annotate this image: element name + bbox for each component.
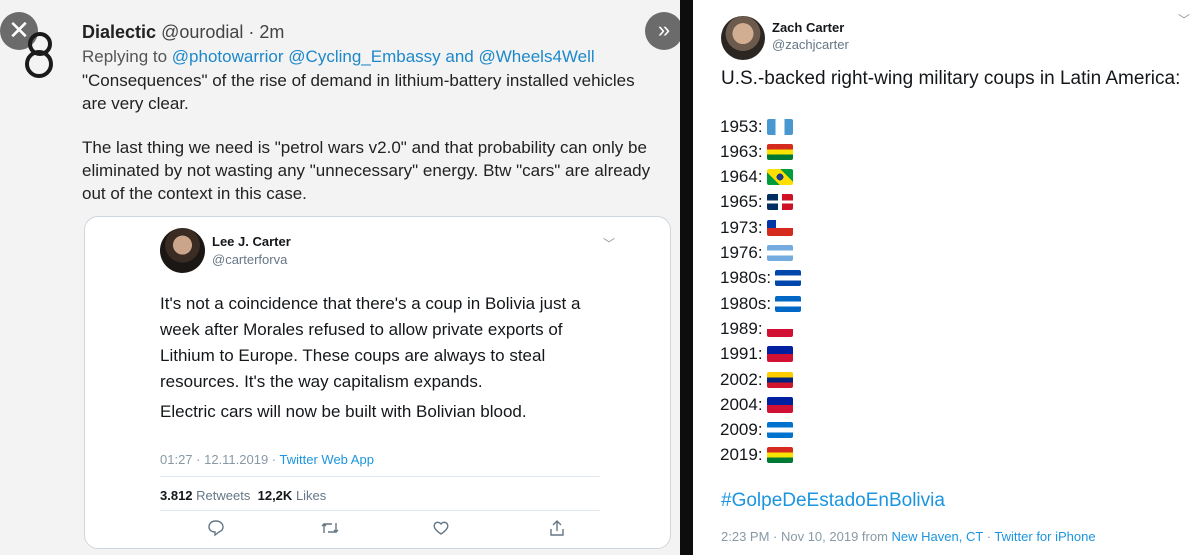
tweet-text-line: are very clear. — [82, 94, 189, 113]
flag-argentina-icon — [766, 245, 793, 262]
quoted-text-line: week after Morales refused to allow priv… — [160, 320, 563, 339]
like-icon[interactable] — [432, 519, 450, 537]
coup-row: 1989: — [720, 318, 793, 342]
chevron-down-icon[interactable]: ﹀ — [1178, 11, 1190, 28]
reply-handle-link[interactable]: @Wheels4Well — [479, 47, 595, 66]
tweet-text-line: "Consequences" of the rise of demand in … — [82, 71, 635, 90]
flag-brazil-icon — [766, 169, 793, 186]
quoted-timestamp-line: 01:27 · 12.11.2019 · Twitter Web App — [160, 452, 374, 467]
likes-label[interactable]: Likes — [296, 488, 326, 503]
coup-year: 2004: — [720, 394, 763, 414]
share-icon[interactable] — [548, 519, 566, 537]
source-link[interactable]: Twitter for iPhone — [994, 529, 1095, 544]
flag-bolivia-icon — [766, 447, 793, 464]
coup-year: 2019: — [720, 445, 763, 465]
coup-row: 1980s: — [720, 293, 802, 317]
retweet-icon[interactable] — [320, 519, 340, 537]
coup-year: 1973: — [720, 217, 763, 237]
coup-row: 1991: — [720, 344, 793, 368]
double-chevron-right-icon[interactable]: » — [645, 12, 683, 50]
left-screenshot-panel: ✕ » Dialectic @ourodial · 2m Replying to… — [0, 0, 683, 555]
reply-handle-link[interactable]: @Cycling_Embassy — [288, 47, 440, 66]
flag-guatemala-icon — [766, 118, 793, 135]
quoted-timestamp[interactable]: 01:27 · 12.11.2019 · — [160, 452, 276, 467]
quoted-text-line: It's not a coincidence that there's a co… — [160, 294, 581, 313]
header-separator: · — [248, 22, 255, 42]
tweet-meta-line: 2:23 PM · Nov 10, 2019 from New Haven, C… — [721, 529, 1096, 544]
coup-row: 2019: — [720, 445, 793, 469]
coup-row: 1964: — [720, 167, 793, 191]
tweet-text-line: out of the context in this case. — [82, 184, 307, 203]
flag-venezuela-icon — [766, 371, 793, 388]
likes-count[interactable]: 12,2K — [258, 488, 293, 503]
avatar-figure-eight-icon[interactable] — [20, 30, 58, 78]
tweet-text-line: The last thing we need is "petrol wars v… — [82, 138, 647, 157]
tweet-time[interactable]: 2m — [259, 22, 284, 42]
coup-row: 1973: — [720, 217, 793, 241]
flag-haiti-icon — [766, 396, 793, 413]
quoted-text-line: resources. It's the way capitalism expan… — [160, 372, 483, 391]
author-name[interactable]: Dialectic — [82, 22, 156, 42]
meta-separator: · — [986, 529, 992, 544]
coup-year: 2002: — [720, 369, 763, 389]
flag-el-salvador-icon — [775, 270, 802, 287]
tweet-text-line: eliminated by not wasting any "unnecessa… — [82, 161, 651, 180]
quoted-source-link[interactable]: Twitter Web App — [280, 452, 374, 467]
quoted-author-name[interactable]: Lee J. Carter — [212, 234, 291, 249]
flag-haiti-icon — [766, 346, 793, 363]
quoted-text-line: Lithium to Europe. These coups are alway… — [160, 346, 546, 365]
coup-year: 1964: — [720, 167, 763, 187]
author-name[interactable]: Zach Carter — [772, 20, 844, 35]
engagement-stats: 3.812 Retweets 12,2K Likes — [160, 488, 326, 503]
flag-honduras-icon — [766, 422, 793, 439]
flag-bolivia-icon — [766, 143, 793, 160]
tweet-header: Dialectic @ourodial · 2m — [82, 22, 284, 43]
flag-dominican-republic-icon — [766, 194, 793, 211]
author-handle[interactable]: @zachjcarter — [772, 37, 849, 52]
coup-year: 1965: — [720, 192, 763, 212]
tweet-title: U.S.-backed right-wing military coups in… — [721, 68, 1181, 89]
author-handle[interactable]: @ourodial — [161, 22, 243, 42]
coup-row: 1963: — [720, 141, 793, 165]
coup-year: 1980s: — [720, 268, 772, 288]
retweets-count[interactable]: 3.812 — [160, 488, 193, 503]
coup-year: 2009: — [720, 420, 763, 440]
flag-chile-icon — [766, 219, 793, 236]
quoted-text-line: Electric cars will now be built with Bol… — [160, 402, 527, 421]
coup-year: 1963: — [720, 141, 763, 161]
coup-row: 2009: — [720, 420, 793, 444]
flag-panama-icon — [766, 320, 793, 337]
avatar[interactable] — [160, 228, 205, 273]
coup-row: 1953: — [720, 116, 793, 140]
divider — [160, 476, 600, 477]
flag-nicaragua-icon — [775, 295, 802, 312]
coup-year: 1953: — [720, 116, 763, 136]
coup-year: 1980s: — [720, 293, 772, 313]
divider — [160, 510, 600, 511]
hashtag-link[interactable]: #GolpeDeEstadoEnBolivia — [721, 490, 945, 512]
right-screenshot-panel: Zach Carter @zachjcarter ﹀ U.S.-backed r… — [693, 0, 1200, 555]
location-link[interactable]: New Haven, CT — [892, 529, 984, 544]
coup-row: 1980s: — [720, 268, 802, 292]
coup-row: 2002: — [720, 369, 793, 393]
coup-year: 1989: — [720, 318, 763, 338]
coup-row: 2004: — [720, 394, 793, 418]
reply-icon[interactable] — [207, 519, 225, 537]
reply-handle-link[interactable]: @photowarrior — [172, 47, 284, 66]
panel-divider — [680, 0, 693, 555]
retweets-label[interactable]: Retweets — [196, 488, 250, 503]
tweet-actions — [160, 519, 600, 541]
quoted-author-handle[interactable]: @carterforva — [212, 252, 287, 267]
chevron-down-icon[interactable]: ﹀ — [603, 235, 615, 252]
reply-and-text: and — [445, 47, 474, 66]
replying-prefix: Replying to — [82, 47, 168, 66]
avatar[interactable] — [721, 16, 765, 60]
quoted-tweet-card[interactable]: Lee J. Carter @carterforva ﹀ It's not a … — [84, 216, 671, 549]
tweet-timestamp[interactable]: 2:23 PM · Nov 10, 2019 from — [721, 529, 888, 544]
coup-year: 1976: — [720, 243, 763, 263]
coup-year: 1991: — [720, 344, 763, 364]
coup-row: 1965: — [720, 192, 793, 216]
coup-row: 1976: — [720, 243, 793, 267]
replying-to-line: Replying to @photowarrior @Cycling_Embas… — [82, 47, 595, 67]
